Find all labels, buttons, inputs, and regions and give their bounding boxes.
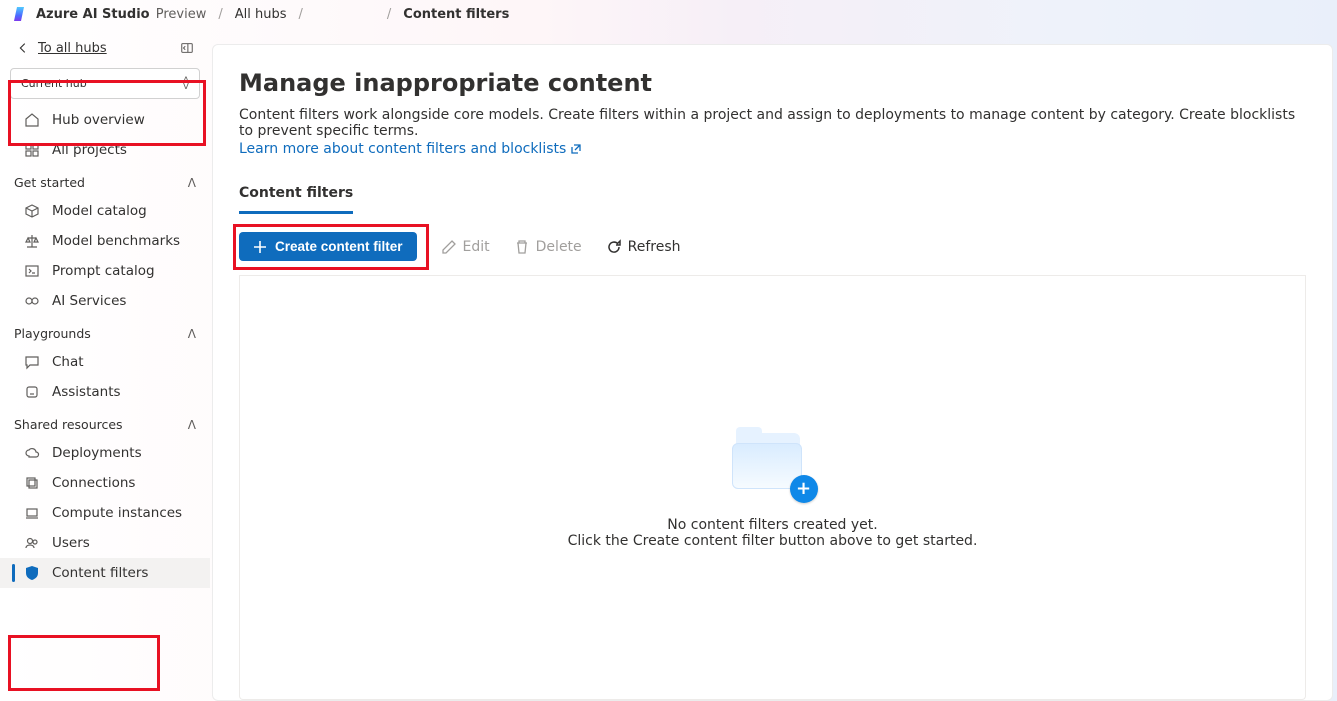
separator-icon: / (387, 7, 391, 22)
panel-collapse-icon[interactable] (180, 41, 194, 55)
chevron-updown-icon: ᐱᐯ (183, 78, 189, 90)
tab-content-filters[interactable]: Content filters (239, 179, 353, 214)
empty-line-1: No content filters created yet. (568, 517, 978, 533)
grid-icon (24, 142, 40, 158)
empty-state: + No content filters created yet. Click … (568, 427, 978, 549)
app-name: Azure AI Studio Preview (36, 7, 206, 22)
sidebar-item-compute-instances[interactable]: Compute instances (0, 498, 210, 528)
stack-icon (24, 475, 40, 491)
empty-line-2: Click the Create content filter button a… (568, 533, 978, 549)
cloud-icon (24, 445, 40, 461)
back-to-hubs-link[interactable]: To all hubs (16, 41, 107, 56)
assistant-icon (24, 384, 40, 400)
refresh-icon (606, 239, 622, 255)
refresh-button[interactable]: Refresh (606, 239, 681, 255)
sidebar: To all hubs Current hub ᐱᐯ Hub overview … (0, 28, 210, 701)
shield-icon (24, 565, 40, 581)
app-logo-icon (14, 7, 24, 21)
link-icon (24, 293, 40, 309)
sidebar-item-model-catalog[interactable]: Model catalog (0, 196, 210, 226)
breadcrumb: Azure AI Studio Preview / All hubs / / C… (0, 0, 1337, 28)
sidebar-item-all-projects[interactable]: All projects (0, 135, 210, 165)
delete-button: Delete (514, 239, 582, 255)
breadcrumb-item-hubs[interactable]: All hubs (235, 7, 287, 22)
sidebar-item-deployments[interactable]: Deployments (0, 438, 210, 468)
create-content-filter-button[interactable]: Create content filter (239, 232, 417, 261)
sidebar-item-hub-overview[interactable]: Hub overview (0, 105, 210, 135)
arrow-left-icon (16, 41, 30, 55)
sidebar-item-assistants[interactable]: Assistants (0, 377, 210, 407)
section-get-started[interactable]: Get startedᐱ (0, 165, 210, 196)
plus-icon (253, 240, 267, 254)
sidebar-item-model-benchmarks[interactable]: Model benchmarks (0, 226, 210, 256)
breadcrumb-item-current: Content filters (403, 7, 509, 22)
sidebar-item-content-filters[interactable]: Content filters (0, 558, 210, 588)
users-icon (24, 535, 40, 551)
sidebar-item-users[interactable]: Users (0, 528, 210, 558)
content-area: + No content filters created yet. Click … (239, 276, 1306, 700)
hub-picker-label: Current hub (21, 77, 87, 90)
prompt-icon (24, 263, 40, 279)
trash-icon (514, 239, 530, 255)
external-link-icon (570, 143, 582, 155)
section-shared-resources[interactable]: Shared resourcesᐱ (0, 407, 210, 438)
sidebar-item-chat[interactable]: Chat (0, 347, 210, 377)
page-description: Content filters work alongside core mode… (239, 107, 1306, 139)
home-icon (24, 112, 40, 128)
laptop-icon (24, 505, 40, 521)
learn-more-link[interactable]: Learn more about content filters and blo… (239, 141, 1306, 157)
empty-folder-illustration: + (732, 427, 814, 499)
hub-picker[interactable]: Current hub ᐱᐯ (10, 68, 200, 99)
scales-icon (24, 233, 40, 249)
cube-icon (24, 203, 40, 219)
sidebar-item-prompt-catalog[interactable]: Prompt catalog (0, 256, 210, 286)
chat-icon (24, 354, 40, 370)
edit-button: Edit (441, 239, 490, 255)
chevron-up-icon: ᐱ (188, 327, 196, 341)
pencil-icon (441, 239, 457, 255)
chevron-up-icon: ᐱ (188, 176, 196, 190)
toolbar: Create content filter Edit Delete Refres… (239, 214, 1306, 276)
separator-icon: / (299, 7, 303, 22)
page-title: Manage inappropriate content (239, 69, 1306, 97)
tab-bar: Content filters (239, 179, 1306, 214)
sidebar-item-ai-services[interactable]: AI Services (0, 286, 210, 316)
plus-badge-icon: + (790, 475, 818, 503)
separator-icon: / (218, 7, 222, 22)
chevron-up-icon: ᐱ (188, 418, 196, 432)
sidebar-item-connections[interactable]: Connections (0, 468, 210, 498)
main-panel: Manage inappropriate content Content fil… (212, 44, 1333, 701)
section-playgrounds[interactable]: Playgroundsᐱ (0, 316, 210, 347)
